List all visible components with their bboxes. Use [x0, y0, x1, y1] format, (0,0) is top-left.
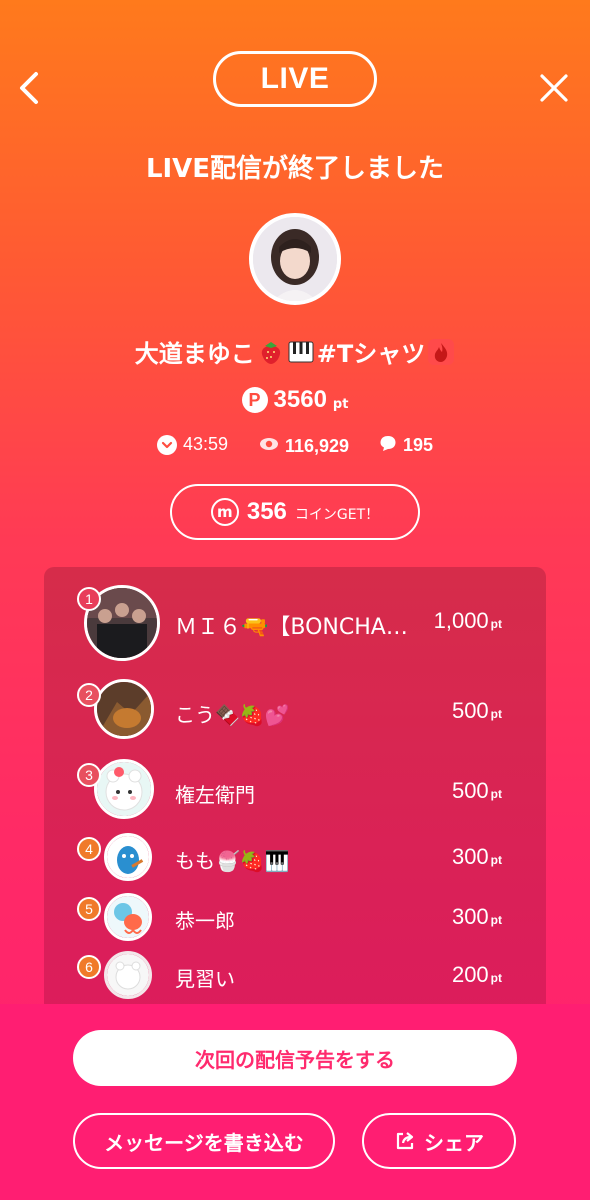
rank-badge: 6	[77, 955, 101, 979]
avatar	[104, 833, 152, 881]
share-label: シェア	[424, 1130, 484, 1155]
supporter-name: もも🍧🍓🎹	[175, 849, 290, 873]
ranking-row[interactable]: 3 権左衛門 500 pt	[44, 759, 546, 821]
comment-icon	[379, 434, 397, 457]
avatar	[104, 893, 152, 941]
coin-value: 356	[246, 498, 287, 525]
rank-badge: 4	[77, 837, 101, 861]
avatar	[94, 759, 154, 819]
supporter-points: 300 pt	[451, 904, 502, 929]
comments-value: 195	[403, 435, 434, 455]
clock-icon	[157, 434, 177, 455]
ranking-row[interactable]: 2 こう🍫🍓💕 500 pt	[44, 679, 546, 741]
live-badge: LIVE	[213, 51, 377, 107]
share-icon	[396, 1132, 414, 1150]
streamer-name-suffix: #Tシャツ	[316, 340, 426, 368]
points-icon: P	[241, 387, 268, 413]
streamer-name: 大道まゆこ #Tシャツ	[0, 334, 590, 369]
streamer-name-text: 大道まゆこ	[134, 340, 255, 368]
avatar	[104, 951, 152, 999]
fire-icon	[428, 338, 455, 365]
ranking-row[interactable]: 6 見習い 200 pt	[44, 951, 546, 1001]
write-message-label: メッセージを書き込む	[104, 1130, 304, 1155]
write-message-button[interactable]: メッセージを書き込む	[73, 1113, 335, 1169]
streamer-avatar[interactable]	[249, 213, 341, 305]
supporter-name: こう🍫🍓💕	[175, 703, 290, 727]
ranking-row[interactable]: 5 恭一郎 300 pt	[44, 893, 546, 943]
supporter-points: 200 pt	[451, 962, 502, 987]
supporter-name: 恭一郎	[175, 909, 235, 933]
schedule-next-stream-button[interactable]: 次回の配信予告をする	[73, 1030, 517, 1086]
avatar	[94, 679, 154, 739]
streamer-photo	[253, 217, 337, 301]
coin-icon: m	[210, 498, 239, 526]
back-button[interactable]	[14, 66, 44, 110]
supporter-points: 500 pt	[451, 778, 502, 803]
points-value: 3560	[273, 386, 327, 413]
points-total: P 3560 pt	[0, 386, 590, 414]
coin-get-badge[interactable]: m 356 コインGET！	[170, 484, 420, 540]
close-button[interactable]	[536, 70, 572, 106]
strawberry-icon	[261, 341, 280, 364]
comments-stat: 195	[379, 434, 433, 457]
supporter-points: 300 pt	[451, 844, 502, 869]
duration-value: 43:59	[183, 434, 229, 454]
viewers-value: 116,929	[285, 436, 350, 456]
supporter-name: 見習い	[175, 967, 235, 991]
points-unit: pt	[332, 396, 349, 412]
gift-ranking-list: 1 ＭＩ６🔫【BONCHA… 1,000 pt 2 こう🍫🍓💕 500 pt 3 権…	[44, 567, 546, 1007]
rank-badge: 3	[77, 763, 101, 787]
supporter-name: 権左衛門	[175, 783, 255, 807]
coin-label: コインGET！	[294, 507, 380, 523]
eye-icon	[259, 434, 279, 459]
rank-badge: 1	[77, 587, 101, 611]
close-icon	[540, 74, 568, 102]
page-title: LIVE配信が終了しました	[145, 154, 445, 184]
piano-keys-icon	[288, 341, 314, 362]
stream-stats: 43:59 116,929 195	[0, 434, 590, 462]
share-button[interactable]: シェア	[362, 1113, 516, 1169]
duration-stat: 43:59	[157, 434, 228, 455]
supporter-points: 1,000 pt	[433, 608, 502, 633]
chevron-left-icon	[20, 72, 38, 104]
ranking-row[interactable]: 1 ＭＩ６🔫【BONCHA… 1,000 pt	[44, 585, 546, 665]
rank-badge: 2	[77, 683, 101, 707]
rank-badge: 5	[77, 897, 101, 921]
supporter-name: ＭＩ６🔫【BONCHA…	[175, 615, 408, 640]
supporter-points: 500 pt	[451, 698, 502, 723]
ranking-row[interactable]: 4 もも🍧🍓🎹 300 pt	[44, 833, 546, 883]
top-bar: LIVE	[0, 0, 590, 140]
viewers-stat: 116,929	[259, 434, 349, 459]
